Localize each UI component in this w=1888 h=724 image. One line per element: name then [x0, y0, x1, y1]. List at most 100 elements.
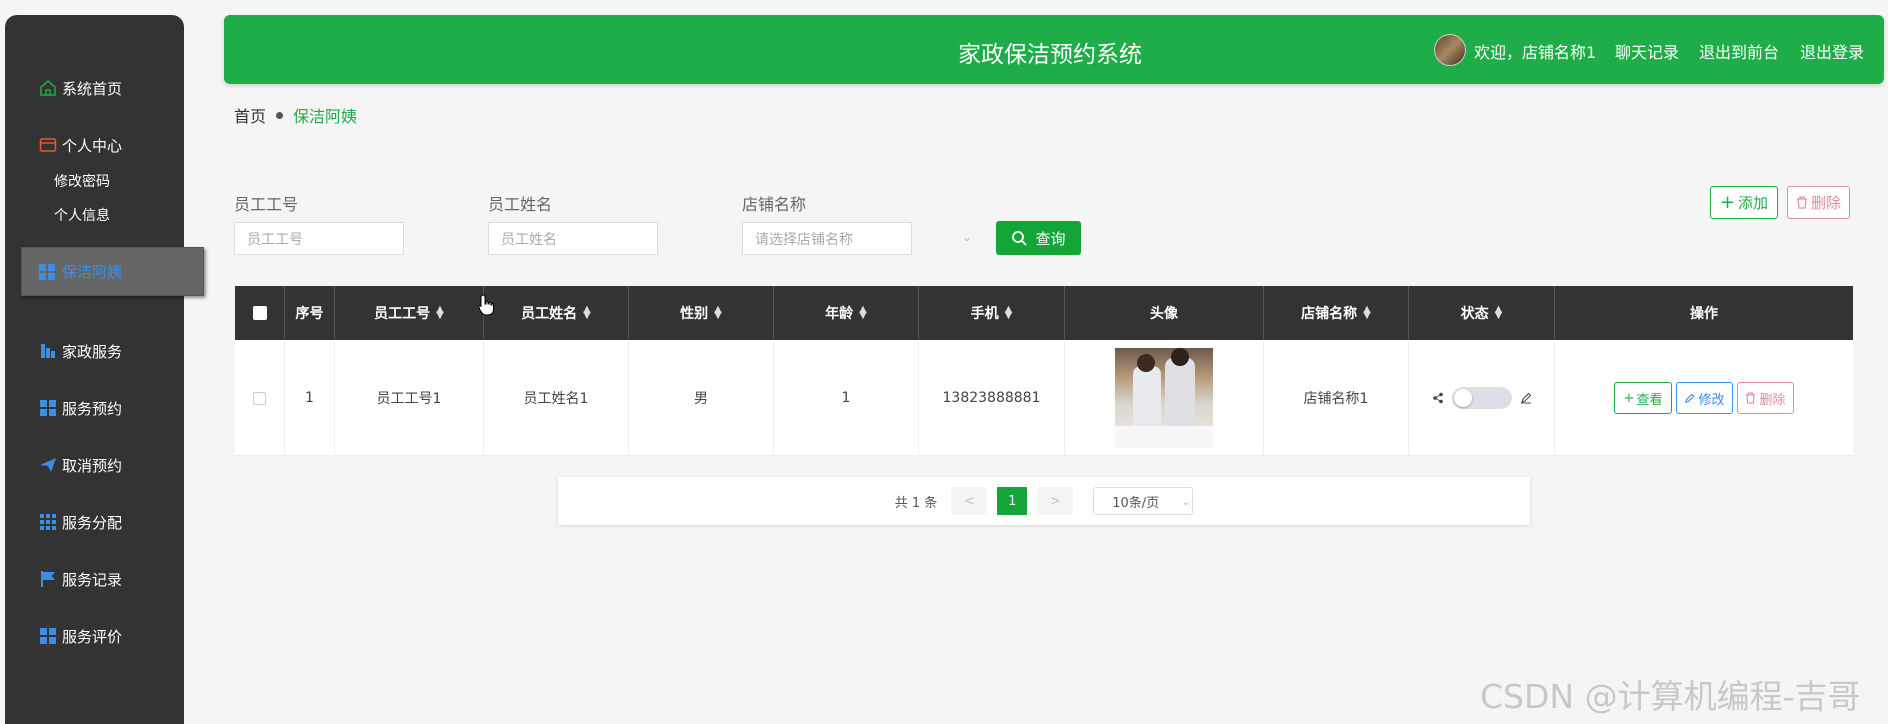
sidebar-item-label: 服务分配: [62, 513, 123, 532]
grid-dots-icon: [38, 512, 58, 532]
search-button-label: 查询: [1035, 229, 1066, 248]
plus-icon: +: [1719, 192, 1736, 213]
chart-icon: [38, 341, 58, 361]
sort-icon[interactable]: ▲ ▼: [583, 305, 591, 321]
sidebar-item-home-service[interactable]: 家政服务: [5, 331, 184, 371]
cell-avatar: [1065, 340, 1264, 456]
chevron-down-icon: ⌄: [1181, 494, 1191, 508]
sidebar-item-home[interactable]: 系统首页: [5, 68, 184, 108]
next-page-button[interactable]: >: [1037, 487, 1074, 515]
sidebar: 系统首页 个人中心 修改密码 个人信息 家政服务 服务预约 取消预约 服务分配 …: [5, 15, 184, 724]
breadcrumb-separator: [276, 111, 284, 119]
emp-name-label: 员工姓名: [488, 195, 553, 214]
chevron-down-icon[interactable]: ⌄: [962, 230, 972, 244]
sidebar-item-service-booking[interactable]: 服务预约: [5, 388, 184, 428]
breadcrumb-home[interactable]: 首页: [234, 103, 266, 127]
sidebar-item-label: 服务记录: [62, 570, 123, 589]
sidebar-subitem-change-password[interactable]: 修改密码: [54, 171, 110, 191]
chat-records-link[interactable]: 聊天记录: [1615, 39, 1679, 63]
wallet-icon: [38, 135, 58, 155]
sort-icon[interactable]: ▲ ▼: [714, 305, 722, 321]
prev-page-button[interactable]: <: [951, 487, 988, 515]
sidebar-item-service-record[interactable]: 服务记录: [5, 559, 184, 599]
sidebar-item-personal-center[interactable]: 个人中心: [5, 125, 184, 165]
status-toggle[interactable]: [1451, 387, 1512, 409]
sidebar-item-cancel-booking[interactable]: 取消预约: [5, 445, 184, 485]
share-icon[interactable]: [1432, 392, 1444, 404]
select-all-cell: [235, 286, 285, 340]
app-title: 家政保洁预约系统: [958, 42, 1142, 68]
cell-emp-no: 员工工号1: [335, 340, 484, 456]
batch-delete-button[interactable]: 删除: [1787, 186, 1850, 219]
trash-icon: [1745, 392, 1756, 404]
sidebar-item-label: 保洁阿姨: [62, 263, 123, 281]
edit-icon: [1684, 393, 1695, 404]
sidebar-subitem-personal-info[interactable]: 个人信息: [54, 205, 110, 225]
watermark: CSDN @计算机编程-吉哥: [1480, 677, 1861, 716]
sidebar-item-service-review[interactable]: 服务评价: [5, 616, 184, 656]
top-header: 家政保洁预约系统 欢迎，店铺名称1 聊天记录 退出到前台 退出登录: [224, 15, 1884, 84]
cell-gender: 男: [629, 340, 774, 456]
col-status[interactable]: 状态 ▲ ▼: [1409, 286, 1555, 340]
page-1-button[interactable]: 1: [997, 487, 1028, 515]
sidebar-item-cleaner[interactable]: 保洁阿姨: [21, 247, 204, 296]
sort-icon[interactable]: ▲ ▼: [436, 305, 444, 321]
cell-actions: + 查看 修改 删除: [1555, 340, 1853, 456]
col-phone[interactable]: 手机 ▲ ▼: [919, 286, 1065, 340]
edit-pen-icon[interactable]: [1520, 392, 1532, 404]
avatar[interactable]: [1434, 34, 1466, 66]
welcome-text: 欢迎，店铺名称1: [1474, 43, 1597, 62]
col-emp-name[interactable]: 员工姓名 ▲ ▼: [484, 286, 629, 340]
cell-shop-name: 店铺名称1: [1264, 340, 1409, 456]
emp-no-input[interactable]: 员工工号: [234, 222, 404, 255]
select-all-checkbox[interactable]: [252, 306, 267, 320]
table-row: 1 员工工号1 员工姓名1 男 1 13823888881 店铺名称1 +查看: [235, 340, 1853, 456]
sidebar-item-label: 家政服务: [62, 342, 123, 361]
sort-icon[interactable]: ▲ ▼: [1005, 305, 1013, 321]
sort-icon[interactable]: ▲ ▼: [1495, 305, 1503, 321]
row-select-cell: [235, 340, 285, 456]
logout-link[interactable]: 退出登录: [1800, 39, 1864, 63]
search-button[interactable]: 查询: [996, 221, 1081, 255]
cell-phone: 13823888881: [919, 340, 1065, 456]
view-button[interactable]: + 查看: [1614, 382, 1672, 414]
trash-icon: [1796, 196, 1808, 209]
grid-icon: [38, 626, 58, 646]
col-shop-name[interactable]: 店铺名称 ▲ ▼: [1264, 286, 1409, 340]
sidebar-item-label: 服务评价: [62, 627, 123, 646]
col-index: 序号: [285, 286, 335, 340]
sort-icon[interactable]: ▲ ▼: [859, 305, 867, 321]
exit-to-frontend-link[interactable]: 退出到前台: [1699, 39, 1779, 63]
sidebar-item-label: 个人中心: [62, 136, 123, 155]
emp-name-input[interactable]: 员工姓名: [488, 222, 658, 255]
sidebar-item-label: 取消预约: [62, 456, 123, 475]
sidebar-item-service-assign[interactable]: 服务分配: [5, 502, 184, 542]
flag-icon: [38, 569, 58, 589]
cell-index: 1: [285, 340, 335, 456]
staff-photo[interactable]: [1115, 348, 1213, 448]
row-checkbox[interactable]: [253, 391, 266, 405]
shop-name-select[interactable]: 请选择店铺名称: [742, 222, 912, 255]
col-age[interactable]: 年龄 ▲ ▼: [774, 286, 919, 340]
pagination: 共 1 条 < 1 > 10条/页 ⌄: [558, 477, 1530, 525]
col-gender[interactable]: 性别 ▲ ▼: [629, 286, 774, 340]
cell-age: 1: [774, 340, 919, 456]
paper-plane-icon: [38, 455, 58, 475]
page-size-select[interactable]: 10条/页 ⌄: [1093, 487, 1194, 515]
search-icon: [1011, 230, 1028, 246]
mouse-cursor-icon: [478, 294, 494, 320]
col-emp-no[interactable]: 员工工号 ▲ ▼: [335, 286, 484, 340]
cell-emp-name: 员工姓名1: [484, 340, 629, 456]
delete-button[interactable]: 删除: [1737, 382, 1794, 414]
breadcrumb: 首页 保洁阿姨: [234, 103, 357, 127]
col-actions: 操作: [1690, 306, 1718, 322]
sidebar-item-label: 服务预约: [62, 399, 123, 418]
grid-icon: [38, 398, 58, 418]
edit-button[interactable]: 修改: [1676, 382, 1733, 414]
sort-icon[interactable]: ▲ ▼: [1363, 305, 1371, 321]
add-button-label: 添加: [1738, 194, 1769, 212]
emp-no-label: 员工工号: [234, 195, 299, 214]
grid-icon: [38, 262, 58, 282]
total-count: 共 1 条: [894, 495, 938, 511]
add-button[interactable]: + 添加: [1710, 186, 1778, 219]
